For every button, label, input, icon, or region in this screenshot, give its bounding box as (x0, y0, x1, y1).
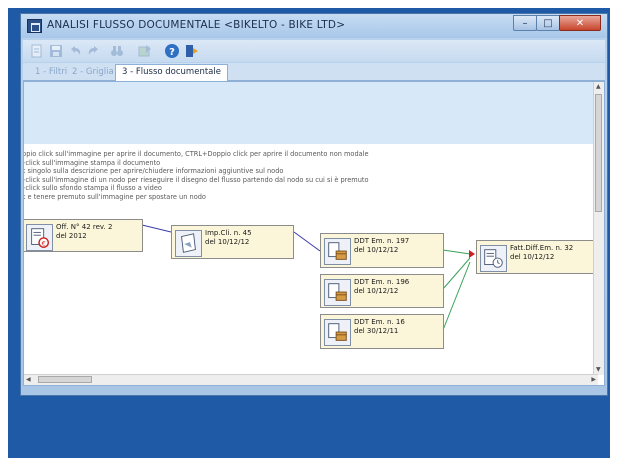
toolbar: ? (23, 40, 605, 62)
delivery-box-icon[interactable] (324, 279, 351, 306)
svg-text:?: ? (169, 47, 175, 58)
node-ddt-196[interactable]: DDT Em. n. 196 del 10/12/12 (320, 274, 444, 308)
close-icon: ✕ (575, 18, 585, 29)
node-offerta[interactable]: € Off. N° 42 rev. 2 del 2012 (24, 219, 143, 252)
tab-flusso-documentale[interactable]: 3 - Flusso documentale (115, 64, 228, 81)
minimize-button[interactable]: – (513, 15, 537, 31)
close-button[interactable]: ✕ (559, 15, 601, 31)
order-document-icon[interactable] (175, 230, 202, 257)
horizontal-scroll-thumb[interactable] (38, 376, 92, 383)
scroll-down-icon[interactable]: ▼ (596, 366, 601, 374)
vertical-scrollbar[interactable]: ▲ ▼ (593, 82, 604, 375)
window-title: ANALISI FLUSSO DOCUMENTALE <BIKELTO - BI… (47, 19, 346, 31)
new-icon[interactable] (29, 43, 45, 59)
export-icon[interactable] (137, 43, 153, 59)
node-label: DDT Em. n. 16 del 30/12/11 (354, 318, 405, 335)
link-offer-order (141, 224, 172, 233)
node-label: Fatt.Diff.Em. n. 32 del 10/12/12 (510, 244, 574, 261)
app-window: ANALISI FLUSSO DOCUMENTALE <BIKELTO - BI… (20, 13, 608, 396)
scroll-left-icon[interactable]: ◀ (26, 376, 31, 384)
svg-text:€: € (42, 239, 46, 247)
minimize-icon: – (522, 18, 528, 29)
delivery-box-icon[interactable] (324, 319, 351, 346)
tab-griglia[interactable]: 2 - Griglia (66, 65, 120, 79)
flow-canvas[interactable]: oppio click sull'immagine per aprire il … (23, 81, 605, 386)
node-label: Off. N° 42 rev. 2 del 2012 (56, 223, 113, 240)
arrow-marker-icon (469, 250, 475, 258)
scroll-right-icon[interactable]: ▶ (591, 376, 596, 384)
link-order-ddt (293, 231, 321, 252)
node-ddt-197[interactable]: DDT Em. n. 197 del 10/12/12 (320, 233, 444, 268)
node-fattura-differita[interactable]: Fatt.Diff.Em. n. 32 del 10/12/12 (476, 240, 598, 274)
save-icon[interactable] (48, 43, 64, 59)
undo-icon[interactable] (67, 43, 83, 59)
redo-icon[interactable] (86, 43, 102, 59)
exit-icon[interactable] (184, 43, 200, 59)
help-icon[interactable]: ? (164, 43, 180, 59)
link-ddt16-invoice (442, 261, 471, 331)
link-ddt197-invoice (442, 249, 471, 255)
maximize-button[interactable]: □ (536, 15, 560, 31)
binoculars-icon[interactable] (109, 43, 125, 59)
window-controls: – □ ✕ (513, 15, 601, 32)
node-label: DDT Em. n. 197 del 10/12/12 (354, 237, 410, 254)
node-ddt-16[interactable]: DDT Em. n. 16 del 30/12/11 (320, 314, 444, 349)
delivery-box-icon[interactable] (324, 238, 351, 265)
document-icon[interactable]: € (26, 224, 53, 251)
maximize-icon: □ (543, 18, 553, 29)
title-bar[interactable]: ANALISI FLUSSO DOCUMENTALE <BIKELTO - BI… (21, 14, 607, 38)
tab-strip: 1 - Filtri 2 - Griglia 3 - Flusso docume… (23, 63, 605, 81)
vertical-scroll-thumb[interactable] (595, 94, 602, 212)
node-impegno-cliente[interactable]: Imp.Cli. n. 45 del 10/12/12 (171, 225, 294, 259)
node-label: Imp.Cli. n. 45 del 10/12/12 (205, 229, 252, 246)
scroll-up-icon[interactable]: ▲ (596, 83, 601, 91)
app-icon (27, 19, 42, 33)
invoice-clock-icon[interactable] (480, 245, 507, 272)
horizontal-scrollbar[interactable]: ◀ ▶ (24, 374, 598, 385)
node-label: DDT Em. n. 196 del 10/12/12 (354, 278, 410, 295)
